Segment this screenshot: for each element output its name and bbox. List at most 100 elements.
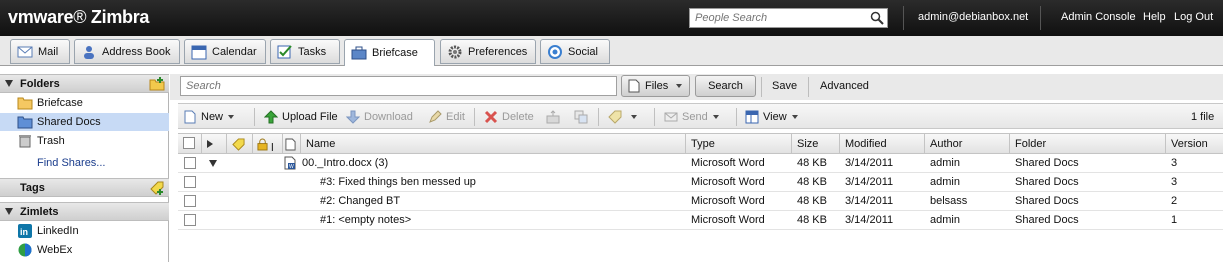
row-checkbox[interactable]: [184, 195, 196, 207]
new-tag-icon[interactable]: [149, 180, 165, 196]
file-author: admin: [930, 157, 960, 169]
envelope-icon: [17, 46, 33, 57]
download-label: Download: [364, 111, 413, 123]
divider: [254, 108, 255, 126]
chevron-down-icon: [228, 115, 235, 119]
copy-icon: [574, 110, 588, 124]
edit-button[interactable]: Edit: [428, 108, 465, 126]
file-author: admin: [930, 176, 960, 188]
webex-icon: [18, 243, 32, 257]
view-layout-icon: [745, 110, 759, 124]
new-folder-icon[interactable]: [149, 76, 165, 92]
select-all-column[interactable]: [178, 134, 202, 153]
upload-arrow-icon: [264, 110, 278, 124]
send-button[interactable]: Send: [664, 108, 719, 126]
row-checkbox[interactable]: [184, 176, 196, 188]
folder-item-trash[interactable]: Trash: [0, 132, 169, 150]
lock-column-header[interactable]: l: [253, 134, 283, 153]
help-link[interactable]: Help: [1143, 11, 1166, 23]
table-row[interactable]: #3: Fixed things ben messed up Microsoft…: [178, 173, 1223, 192]
tag-button[interactable]: [608, 108, 637, 126]
zimlet-item-webex[interactable]: WebEx: [0, 241, 169, 259]
tab-calendar[interactable]: Calendar: [184, 39, 266, 64]
collapse-triangle-icon[interactable]: [5, 80, 13, 87]
people-search-input[interactable]: [690, 9, 866, 27]
trash-icon: [19, 135, 31, 148]
table-row[interactable]: W 00._Intro.docx (3) Microsoft Word 48 K…: [178, 154, 1223, 173]
view-button[interactable]: View: [745, 108, 798, 126]
tags-header[interactable]: Tags: [0, 178, 169, 197]
tab-briefcase[interactable]: Briefcase: [344, 39, 435, 66]
tab-tasks[interactable]: Tasks: [270, 39, 340, 64]
tab-social[interactable]: Social: [540, 39, 610, 64]
zimlets-header[interactable]: Zimlets: [0, 202, 169, 221]
tab-preferences[interactable]: Preferences: [440, 39, 536, 64]
find-shares-link[interactable]: Find Shares...: [37, 157, 105, 169]
save-search-button[interactable]: Save: [772, 80, 797, 92]
search-icon[interactable]: [870, 11, 884, 25]
tag-icon: [608, 110, 622, 124]
zimlet-item-linkedin[interactable]: in LinkedIn: [0, 222, 169, 240]
file-modified: 3/14/2011: [845, 195, 894, 207]
select-all-checkbox[interactable]: [183, 137, 195, 149]
size-column-header[interactable]: Size: [792, 134, 840, 153]
version-name[interactable]: #1: <empty notes>: [320, 214, 411, 226]
folder-column-header[interactable]: Folder: [1010, 134, 1166, 153]
edit-label: Edit: [446, 111, 465, 123]
tab-label: Calendar: [212, 45, 257, 58]
delete-label: Delete: [502, 111, 534, 123]
tag-column-header[interactable]: [227, 134, 253, 153]
version-column-header[interactable]: Version: [1166, 134, 1223, 153]
file-folder: Shared Docs: [1015, 195, 1079, 207]
file-size: 48 KB: [797, 176, 827, 188]
folders-header[interactable]: Folders: [0, 74, 169, 93]
collapse-triangle-icon[interactable]: [209, 160, 217, 167]
zimlets-title: Zimlets: [20, 206, 59, 218]
search-input[interactable]: [180, 76, 617, 96]
folder-item-briefcase[interactable]: Briefcase: [0, 94, 169, 112]
version-name[interactable]: #3: Fixed things ben messed up: [320, 176, 476, 188]
name-column-header[interactable]: Name: [301, 134, 686, 153]
admin-console-link[interactable]: Admin Console: [1061, 11, 1136, 23]
pencil-icon: [429, 110, 442, 123]
table-row[interactable]: #2: Changed BT Microsoft Word 48 KB 3/14…: [178, 192, 1223, 211]
new-button[interactable]: New: [183, 108, 235, 126]
tab-address-book[interactable]: Address Book: [74, 39, 180, 64]
folder-item-shared-docs[interactable]: Shared Docs: [0, 113, 169, 131]
move-folder-icon: [546, 110, 560, 124]
upload-file-button[interactable]: Upload File: [264, 108, 338, 126]
download-button[interactable]: Download: [346, 108, 413, 126]
table-row[interactable]: #1: <empty notes> Microsoft Word 48 KB 3…: [178, 211, 1223, 230]
people-search-box[interactable]: [689, 8, 888, 28]
svg-text:in: in: [20, 227, 28, 237]
copy-button[interactable]: [574, 108, 592, 126]
divider: [808, 77, 809, 97]
briefcase-toolbar: New Upload File Download Edit Delete Sen…: [178, 103, 1223, 129]
row-checkbox[interactable]: [184, 157, 196, 169]
move-button[interactable]: [546, 108, 564, 126]
logout-link[interactable]: Log Out: [1174, 11, 1213, 23]
item-count: 1 file: [1191, 111, 1215, 123]
modified-column-header[interactable]: Modified: [840, 134, 925, 153]
collapse-triangle-icon[interactable]: [5, 208, 13, 215]
user-account-link[interactable]: admin@debianbox.net: [918, 11, 1028, 23]
tab-label: Mail: [38, 45, 59, 58]
search-button[interactable]: Search: [695, 75, 756, 97]
svg-text:W: W: [289, 164, 294, 170]
file-name[interactable]: 00._Intro.docx (3): [302, 157, 388, 169]
expand-column-header[interactable]: [202, 134, 227, 153]
lock-column-label: l: [271, 142, 274, 153]
file-type-column-header[interactable]: [283, 134, 301, 153]
file-modified: 3/14/2011: [845, 176, 894, 188]
logo-product-text: Zimbra: [90, 7, 150, 27]
delete-button[interactable]: Delete: [484, 108, 534, 126]
search-scope-dropdown[interactable]: Files: [621, 75, 690, 97]
author-column-header[interactable]: Author: [925, 134, 1010, 153]
file-folder: Shared Docs: [1015, 176, 1079, 188]
type-column-header[interactable]: Type: [686, 134, 792, 153]
tab-mail[interactable]: Mail: [10, 39, 70, 64]
file-size: 48 KB: [797, 157, 827, 169]
advanced-search-button[interactable]: Advanced: [820, 80, 869, 92]
row-checkbox[interactable]: [184, 214, 196, 226]
version-name[interactable]: #2: Changed BT: [320, 195, 400, 207]
